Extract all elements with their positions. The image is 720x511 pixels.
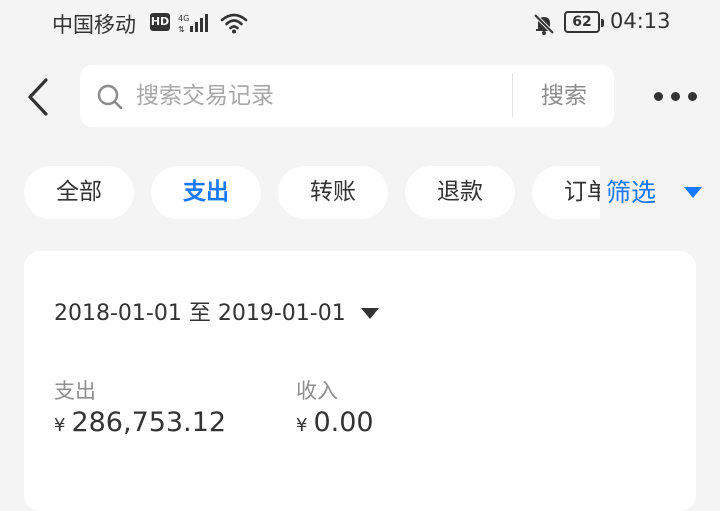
date-range-text: 2018-01-01 至 2019-01-01 [54, 301, 346, 326]
tab-all[interactable]: 全部 [24, 166, 134, 219]
filter-button[interactable]: 筛选 [606, 166, 714, 219]
more-options-button[interactable] [650, 82, 700, 110]
search-button[interactable]: 搜索 [514, 65, 614, 127]
category-tabs: 全部 支出 转账 退款 订单 [0, 166, 600, 219]
caret-down-icon [360, 308, 379, 319]
income-label: 收入 [296, 379, 338, 403]
filter-label: 筛选 [606, 178, 657, 207]
clock: 04:13 [610, 9, 671, 33]
income-currency: ¥ [296, 415, 308, 436]
back-button[interactable] [22, 74, 56, 120]
caret-down-icon [684, 187, 702, 198]
date-range-selector[interactable]: 2018-01-01 至 2019-01-01 [54, 295, 379, 327]
tab-refund[interactable]: 退款 [405, 166, 515, 219]
tab-expense[interactable]: 支出 [151, 166, 261, 219]
svg-text:4G: 4G [178, 14, 189, 23]
chevron-left-icon [28, 78, 48, 116]
wifi-icon [220, 13, 248, 34]
status-bar: 中国移动 HD 4G ⇅ 62 04:13 [0, 0, 720, 48]
carrier-name: 中国移动 [52, 13, 136, 37]
more-dot-icon [654, 92, 663, 101]
tab-transfer[interactable]: 转账 [278, 166, 388, 219]
income-value: 0.00 [313, 407, 374, 438]
mute-bell-icon [533, 13, 555, 35]
search-divider [512, 73, 513, 117]
expense-value: 286,753.12 [71, 407, 227, 438]
expense-label: 支出 [54, 379, 96, 403]
more-dot-icon [671, 92, 680, 101]
svg-text:⇅: ⇅ [178, 25, 185, 34]
summary-card: 2018-01-01 至 2019-01-01 支出 ¥286,753.12 收… [24, 251, 696, 511]
hd-badge: HD [150, 13, 170, 31]
expense-currency: ¥ [54, 415, 66, 436]
search-bar[interactable]: 搜索 [80, 65, 614, 127]
search-icon [97, 84, 123, 110]
expense-total: ¥286,753.12 [54, 407, 226, 438]
signal-icon: 4G ⇅ [178, 14, 208, 34]
search-input[interactable] [136, 79, 516, 113]
income-total: ¥0.00 [296, 407, 374, 438]
battery-indicator: 62 [564, 11, 604, 33]
tab-order[interactable]: 订单 [532, 166, 600, 219]
more-dot-icon [688, 92, 697, 101]
